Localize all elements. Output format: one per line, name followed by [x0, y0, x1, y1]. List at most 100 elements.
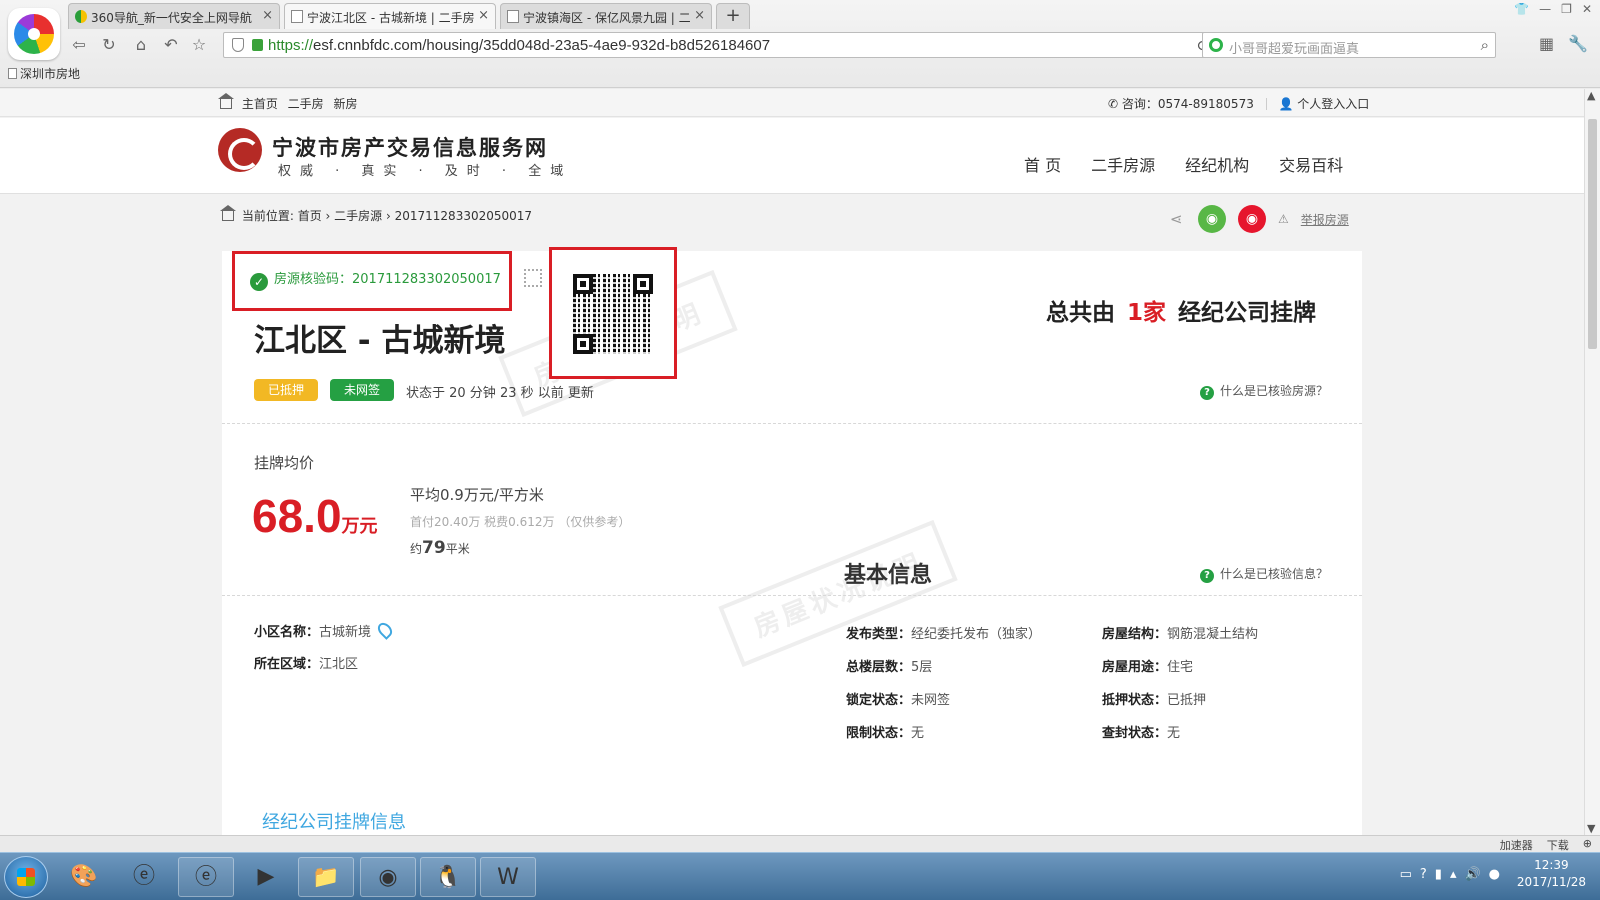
- word-icon[interactable]: W: [480, 857, 536, 897]
- lock-icon: [252, 39, 263, 51]
- basic-info-title: 基本信息: [844, 563, 933, 588]
- start-button[interactable]: [4, 856, 48, 898]
- tab-zhenhai[interactable]: 宁波镇海区 - 保亿风景九园 | 二 ×: [500, 3, 712, 29]
- info-value: 住宅: [1167, 660, 1194, 675]
- ie-window-icon[interactable]: ⓔ: [178, 857, 234, 897]
- page-scrollbar[interactable]: ▲ ▼: [1584, 89, 1600, 835]
- nav-resale[interactable]: 二手房源: [1091, 152, 1155, 176]
- contract-badge: 未网签: [330, 379, 395, 401]
- battery-icon[interactable]: ▮: [1435, 867, 1442, 882]
- qq-icon[interactable]: 🐧: [420, 857, 476, 897]
- url-scheme: https://: [268, 37, 314, 54]
- user-icon: 👤: [1278, 97, 1294, 111]
- accelerator-button[interactable]: 加速器: [1500, 837, 1533, 853]
- ie-icon[interactable]: ⓔ: [116, 857, 172, 897]
- consult-phone: 咨询：0574-89180573: [1121, 97, 1254, 111]
- browser-logo-icon[interactable]: [8, 8, 60, 60]
- page-icon: [291, 10, 303, 23]
- help-icon[interactable]: ?: [1420, 867, 1427, 882]
- weibo-icon[interactable]: ◉: [1238, 205, 1266, 233]
- tab-360-nav[interactable]: 360导航_新一代安全上网导航 ×: [68, 3, 280, 29]
- close-icon[interactable]: ×: [262, 8, 273, 23]
- help-verified-info[interactable]: ? 什么是已核验信息？: [1200, 565, 1328, 583]
- volume-icon[interactable]: 🔊: [1464, 867, 1480, 882]
- page-icon: [8, 68, 17, 79]
- clock-time: 12:39: [1534, 858, 1569, 872]
- back-icon[interactable]: ⇦: [68, 34, 90, 56]
- help-verified-source[interactable]: ? 什么是已核验房源？: [1200, 382, 1328, 400]
- url-text[interactable]: https://esf.cnnbfdc.com/housing/35dd048d…: [268, 37, 770, 54]
- close-icon[interactable]: ×: [694, 8, 705, 23]
- topbar-link-new[interactable]: 新房: [334, 97, 358, 111]
- login-link[interactable]: 个人登入入口: [1297, 97, 1369, 111]
- search-input[interactable]: 小哥哥超爱玩画面逼真: [1229, 38, 1359, 57]
- help-link[interactable]: 什么是已核验房源？: [1220, 384, 1328, 398]
- zoom-icon[interactable]: ⊕: [1583, 837, 1592, 853]
- nav-icon: [75, 10, 87, 23]
- scroll-up-icon[interactable]: ▲: [1587, 89, 1595, 102]
- new-tab-button[interactable]: +: [716, 3, 750, 29]
- scrollbar-thumb[interactable]: [1588, 119, 1597, 349]
- home-icon[interactable]: ⌂: [130, 34, 152, 56]
- browser-tools: ▦ 🔧: [1539, 34, 1588, 53]
- agency-count: 1家: [1127, 300, 1167, 326]
- refresh-icon[interactable]: ↻: [98, 34, 120, 56]
- bookmark-bar: 深圳市房地: [8, 65, 80, 82]
- site-logo[interactable]: [218, 128, 262, 178]
- agency-listing-panel: 经纪公司挂牌信息: [222, 788, 1362, 835]
- info-label: 发布类型：: [846, 627, 912, 642]
- down-payment: 首付20.40万 税费0.612万 （仅供参考）: [410, 515, 631, 529]
- explorer-icon[interactable]: 📁: [298, 857, 354, 897]
- wechat-icon[interactable]: ◉: [1198, 205, 1226, 233]
- browser-360-icon[interactable]: ◉: [360, 857, 416, 897]
- undo-icon[interactable]: ↶: [160, 34, 182, 56]
- download-button[interactable]: 下载: [1547, 837, 1569, 853]
- search-icon[interactable]: ⌕: [1481, 36, 1489, 54]
- breadcrumb-resale[interactable]: 二手房源: [334, 209, 382, 223]
- tab-listing[interactable]: 宁波江北区 - 古城新境 | 二手房 ×: [284, 3, 496, 29]
- qr-code-icon[interactable]: [524, 269, 542, 287]
- minimize-icon[interactable]: —: [1539, 2, 1551, 16]
- breadcrumb-current: 201711283302050017: [394, 209, 533, 223]
- breadcrumb-home[interactable]: 首页: [298, 209, 322, 223]
- nav-agencies[interactable]: 经纪机构: [1185, 152, 1249, 176]
- report-listing-link[interactable]: 举报房源: [1301, 211, 1349, 228]
- favorite-star-icon[interactable]: ☆: [188, 34, 210, 56]
- topbar-link-home[interactable]: 主首页: [242, 97, 278, 111]
- area-value: 79: [422, 538, 446, 558]
- close-window-icon[interactable]: ✕: [1582, 2, 1592, 16]
- restore-icon[interactable]: ❐: [1561, 2, 1572, 16]
- info-value: 无: [1167, 726, 1181, 741]
- nav-encyclopedia[interactable]: 交易百科: [1279, 152, 1343, 176]
- question-icon: ?: [1200, 386, 1214, 400]
- app-icon[interactable]: 🎨: [56, 857, 112, 897]
- listing-panel: 房屋状况说明 房屋状况说明 ✓房源核验码：201711283302050017 …: [222, 247, 1362, 835]
- nav-home[interactable]: 首 页: [1024, 152, 1061, 176]
- topbar-link-resale[interactable]: 二手房: [288, 97, 324, 111]
- listing-title: 江北区 - 古城新境: [254, 323, 506, 359]
- qr-code-popup: [549, 247, 677, 379]
- media-player-icon[interactable]: ▶: [238, 857, 294, 897]
- clock[interactable]: 12:39 2017/11/28: [1517, 857, 1586, 891]
- agency-suffix: 经纪公司挂牌: [1178, 300, 1317, 326]
- close-icon[interactable]: ×: [478, 8, 489, 23]
- chevron-up-icon[interactable]: ▴: [1450, 867, 1457, 882]
- verify-code-text: 房源核验码：201711283302050017: [274, 272, 501, 287]
- wrench-icon[interactable]: 🔧: [1568, 34, 1588, 53]
- info-label: 房屋结构：: [1102, 627, 1168, 642]
- address-bar[interactable]: https://esf.cnnbfdc.com/housing/35dd048d…: [223, 32, 1263, 58]
- windows-taskbar: 🎨 ⓔ ⓔ ▶ 📁 ◉ 🐧 W ▭ ? ▮ ▴ 🔊 ● 12:39 2017/1…: [0, 852, 1600, 900]
- map-pin-icon[interactable]: [375, 620, 395, 640]
- bookmark-item[interactable]: 深圳市房地: [20, 67, 80, 81]
- site-header: 宁波市房产交易信息服务网 权威 · 真实 · 及时 · 全域 首 页 二手房源 …: [0, 118, 1584, 194]
- scroll-down-icon[interactable]: ▼: [1587, 822, 1595, 835]
- lock-info: 锁定状态：未网签: [846, 689, 950, 708]
- qq-tray-icon[interactable]: ●: [1489, 867, 1500, 882]
- info-value: 无: [911, 726, 925, 741]
- browser-search[interactable]: 小哥哥超爱玩画面逼真 ⌕: [1202, 32, 1496, 58]
- share-icon[interactable]: ⋖: [1170, 211, 1186, 227]
- help-link[interactable]: 什么是已核验信息？: [1220, 567, 1328, 581]
- apps-grid-icon[interactable]: ▦: [1539, 34, 1554, 53]
- skin-icon[interactable]: 👕: [1514, 2, 1529, 16]
- network-icon[interactable]: ▭: [1400, 867, 1412, 882]
